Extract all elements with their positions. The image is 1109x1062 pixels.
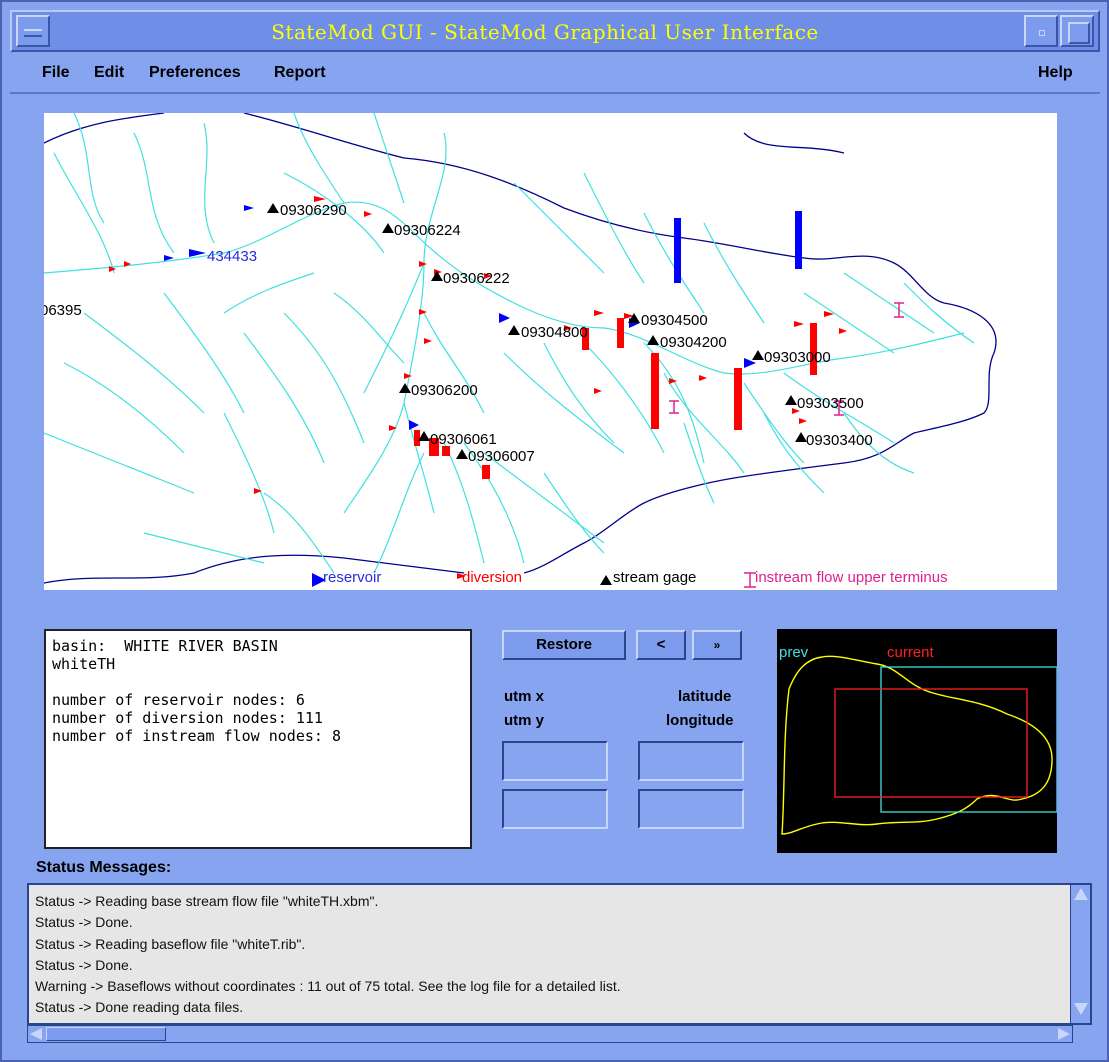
longitude-label: longitude [666, 712, 734, 729]
status-line: Status -> Done. [35, 914, 133, 931]
current-extent [834, 688, 1028, 798]
status-line: Status -> Done. [35, 956, 133, 973]
basin-boundary [44, 113, 997, 584]
gage-label: 09304800 [521, 324, 588, 341]
status-line: Status -> Done reading data files. [35, 999, 244, 1016]
menu-edit[interactable]: Edit [94, 64, 124, 82]
gage-label: 09306290 [280, 202, 347, 219]
scroll-right-icon[interactable] [1058, 1028, 1070, 1040]
restore-button[interactable]: Restore [502, 630, 626, 660]
stream-network [44, 113, 975, 574]
minimize-button[interactable] [1024, 15, 1058, 47]
latitude-field[interactable] [638, 741, 744, 781]
status-line: Status -> Reading baseflow file "whiteT.… [35, 935, 306, 952]
status-messages[interactable]: Status -> Reading base stream flow file … [27, 883, 1092, 1025]
utm-x-label: utm x [504, 688, 545, 705]
legend-instream: instream flow upper terminus [755, 569, 948, 586]
basin-info: basin: WHITE RIVER BASIN whiteTH number … [44, 629, 472, 849]
latitude-label: latitude [678, 688, 732, 705]
menu-preferences[interactable]: Preferences [149, 64, 241, 82]
reservoir-bar [795, 211, 802, 269]
status-vertical-scrollbar[interactable] [1070, 885, 1090, 1023]
current-label: current [887, 644, 935, 661]
scroll-up-icon[interactable] [1074, 888, 1088, 900]
status-line: Warning -> Baseflows without coordinates… [35, 978, 621, 995]
app-window: StateMod GUI - StateMod Graphical User I… [0, 0, 1109, 1062]
legend-stream-gage: stream gage [613, 569, 696, 586]
gage-label: 09304500 [641, 312, 708, 329]
overview-basin-outline [781, 655, 1053, 835]
status-horizontal-scrollbar[interactable] [27, 1025, 1073, 1043]
menu-report[interactable]: Report [274, 64, 326, 82]
overview-map[interactable]: prev current [777, 629, 1057, 853]
gage-label: 09303400 [806, 432, 873, 449]
window-menu-button[interactable] [16, 15, 50, 47]
scroll-left-icon[interactable] [30, 1028, 42, 1040]
menu-help[interactable]: Help [1038, 64, 1073, 82]
gage-label: 09306007 [468, 448, 535, 465]
scroll-down-icon[interactable] [1074, 1003, 1088, 1015]
utm-y-label: utm y [504, 712, 545, 729]
gage-markers [267, 203, 807, 585]
reservoir-bar [674, 218, 681, 283]
utm-x-field[interactable] [502, 741, 608, 781]
gage-label: 09306200 [411, 382, 478, 399]
status-title: Status Messages: [36, 859, 172, 876]
reservoir-label: 434433 [207, 248, 257, 265]
previous-button[interactable]: < [636, 630, 686, 660]
basin-map[interactable]: 09306290 09306224 09306222 09304800 0930… [44, 113, 1057, 590]
menu-bar: File Edit Preferences Report Help [10, 54, 1100, 94]
menu-file[interactable]: File [42, 64, 70, 82]
longitude-field[interactable] [638, 789, 744, 829]
gage-label: 09304200 [660, 334, 727, 351]
scroll-thumb[interactable] [46, 1027, 166, 1041]
status-line: Status -> Reading base stream flow file … [35, 893, 379, 909]
gage-label: 09303500 [797, 395, 864, 412]
utm-y-field[interactable] [502, 789, 608, 829]
window-title: StateMod GUI - StateMod Graphical User I… [271, 20, 819, 44]
left-label: 06395 [44, 302, 82, 319]
gage-label: 09306222 [443, 270, 510, 287]
maximize-button[interactable] [1060, 15, 1094, 47]
gage-label: 09303000 [764, 349, 831, 366]
next-button[interactable]: » [692, 630, 742, 660]
legend-reservoir: reservoir [323, 569, 381, 586]
gage-label: 09306224 [394, 222, 461, 239]
title-bar[interactable]: StateMod GUI - StateMod Graphical User I… [10, 10, 1100, 52]
legend-diversion: diversion [462, 569, 522, 586]
gage-label: 09306061 [430, 431, 497, 448]
map-canvas[interactable]: 09306290 09306224 09306222 09304800 0930… [44, 113, 1057, 590]
prev-label: prev [779, 644, 809, 661]
